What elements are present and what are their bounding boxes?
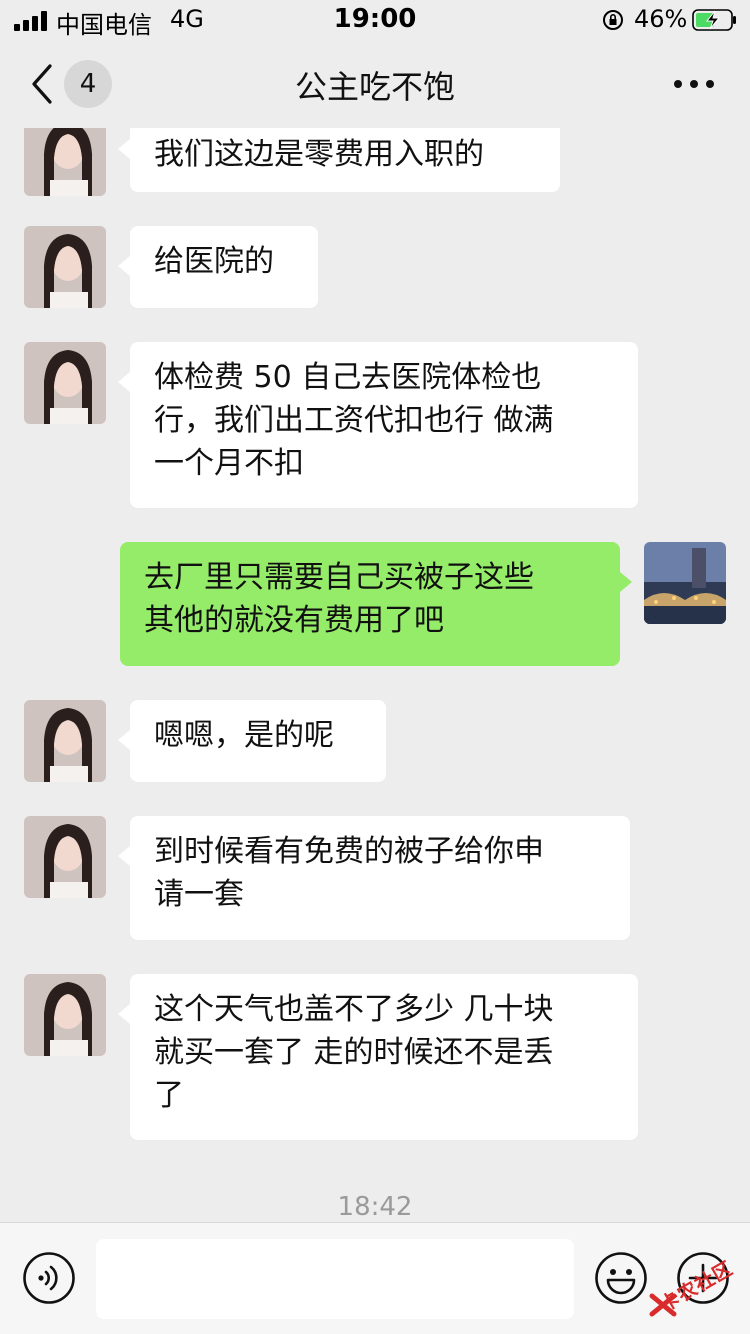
bubble-tail: [118, 1004, 130, 1024]
message-input[interactable]: [96, 1239, 574, 1319]
contact-avatar[interactable]: [24, 226, 106, 308]
battery-percent: 46%: [634, 5, 688, 33]
status-bar: 中国电信 4G 19:00 46%: [0, 0, 750, 40]
incoming-message[interactable]: 到时候看有免费的被子给你申 请一套: [130, 816, 630, 940]
input-bar: [0, 1222, 750, 1334]
rotation-lock-icon: [603, 10, 623, 30]
bubble-tail: [118, 730, 130, 750]
outgoing-message[interactable]: 去厂里只需要自己买被子这些 其他的就没有费用了吧: [120, 542, 620, 666]
chat-title: 公主吃不饱: [294, 68, 455, 106]
incoming-message[interactable]: 给医院的: [130, 226, 318, 308]
contact-avatar[interactable]: [24, 342, 106, 424]
battery-charging-icon: [692, 9, 736, 31]
bubble-tail: [118, 372, 130, 392]
contact-avatar[interactable]: [24, 128, 106, 196]
bubble-tail: [118, 846, 130, 866]
bubble-tail: [118, 139, 130, 159]
message-list[interactable]: 我们这边是零费用入职的 给医院的 体检费 50 自己去医院体检也 行，我们出工资…: [0, 128, 750, 1222]
contact-avatar[interactable]: [24, 700, 106, 782]
chat-header: 4 公主吃不饱: [0, 40, 750, 128]
bubble-tail: [620, 572, 632, 592]
incoming-message[interactable]: 嗯嗯，是的呢: [130, 700, 386, 782]
voice-input-icon[interactable]: [22, 1251, 76, 1305]
contact-avatar[interactable]: [24, 816, 106, 898]
incoming-message[interactable]: 这个天气也盖不了多少 几十块 就买一套了 走的时候还不是丢 了: [130, 974, 638, 1140]
incoming-message[interactable]: 我们这边是零费用入职的: [130, 128, 560, 192]
my-avatar[interactable]: [644, 542, 726, 624]
bubble-tail: [118, 256, 130, 276]
incoming-message[interactable]: 体检费 50 自己去医院体检也 行，我们出工资代扣也行 做满 一个月不扣: [130, 342, 638, 508]
emoji-icon[interactable]: [594, 1251, 648, 1305]
plus-icon[interactable]: [676, 1251, 730, 1305]
more-options-icon[interactable]: [672, 76, 716, 92]
contact-avatar[interactable]: [24, 974, 106, 1056]
message-timestamp: 18:42: [337, 1192, 413, 1222]
